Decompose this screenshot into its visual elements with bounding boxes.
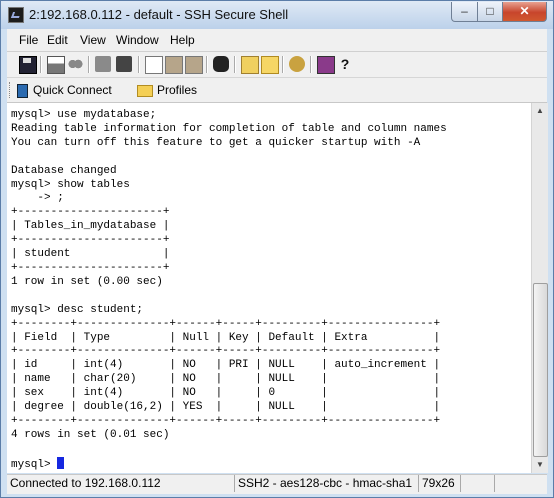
toolbar-separator <box>310 56 312 73</box>
toolbar-separator <box>234 56 236 73</box>
settings-icon[interactable] <box>289 56 305 72</box>
toolbar-separator <box>40 56 42 73</box>
scrollbar-thumb[interactable] <box>533 283 548 457</box>
profile-bar: Quick Connect Profiles <box>7 78 547 103</box>
toolbar-separator <box>282 56 284 73</box>
menu-edit[interactable]: Edit <box>47 33 68 47</box>
toolbar-separator <box>88 56 90 73</box>
terminal-area[interactable]: mysql> use mydatabase; Reading table inf… <box>7 103 531 473</box>
new-terminal-icon[interactable] <box>241 56 259 74</box>
book-icon[interactable] <box>317 56 335 74</box>
terminal-line: | id | int(4) | NO | PRI | NULL | auto_i… <box>11 359 441 372</box>
paste-special-icon[interactable] <box>185 56 203 74</box>
status-panel <box>494 475 546 492</box>
terminal-line: mysql> show tables <box>11 178 130 191</box>
binoculars-icon[interactable] <box>213 56 229 72</box>
close-button[interactable]: ✕ <box>502 2 547 22</box>
terminal-line: Database changed <box>11 164 117 177</box>
terminal-line: +----------------------+ <box>11 261 170 274</box>
terminal-line: Reading table information for completion… <box>11 122 447 135</box>
terminal-cursor <box>57 456 65 469</box>
toolbar-separator <box>206 56 208 73</box>
menu-help[interactable]: Help <box>170 33 195 47</box>
quick-connect-icon <box>17 84 28 98</box>
terminal-line: mysql> desc student; <box>11 303 144 316</box>
terminal-line: | Field | Type | Null | Key | Default | … <box>11 331 441 344</box>
terminal-line: | sex | int(4) | NO | | 0 | | <box>11 387 441 400</box>
terminal-line: | name | char(20) | NO | | NULL | | <box>11 373 441 386</box>
terminal-line: +--------+--------------+------+-----+--… <box>11 345 441 358</box>
profiles-button[interactable]: Profiles <box>157 83 197 97</box>
vertical-scrollbar[interactable]: ▲ ▼ <box>531 103 548 473</box>
scroll-up-arrow-icon[interactable]: ▲ <box>532 103 548 119</box>
toolbar: ? <box>7 52 547 78</box>
quick-connect-button[interactable]: Quick Connect <box>33 83 112 97</box>
terminal-prompt: mysql> <box>11 458 58 471</box>
terminal-size-status: 79x26 <box>418 475 460 492</box>
connection-status: Connected to 192.168.0.112 <box>10 476 161 490</box>
terminal-line: -> ; <box>11 192 64 205</box>
stamp-icon[interactable] <box>116 56 132 72</box>
minimize-button[interactable]: – <box>451 2 478 22</box>
terminal-line: 4 rows in set (0.01 sec) <box>11 428 170 441</box>
terminal-line: | degree | double(16,2) | YES | | NULL |… <box>11 401 441 414</box>
paste-icon[interactable] <box>165 56 183 74</box>
menu-file[interactable]: File <box>19 33 38 47</box>
toolbar-separator <box>138 56 140 73</box>
ssh-client-window: 2:192.168.0.112 - default - SSH Secure S… <box>0 0 554 498</box>
cipher-status: SSH2 - aes128-cbc - hmac-sha1 <box>234 475 418 492</box>
maximize-button[interactable]: □ <box>477 2 503 22</box>
terminal-line: | student | <box>11 248 170 261</box>
copy-icon[interactable] <box>145 56 163 74</box>
help-cursor-icon[interactable]: ? <box>337 56 353 72</box>
scroll-down-arrow-icon[interactable]: ▼ <box>532 457 548 473</box>
folder-icon <box>137 85 153 97</box>
print-icon[interactable] <box>47 56 65 74</box>
terminal-line: 1 row in set (0.00 sec) <box>11 275 163 288</box>
terminal-lines: mysql> use mydatabase; Reading table inf… <box>11 109 447 441</box>
terminal-line: You can turn off this feature to get a q… <box>11 136 421 149</box>
title-bar[interactable]: 2:192.168.0.112 - default - SSH Secure S… <box>1 1 553 29</box>
toolbar-grip[interactable] <box>9 82 13 98</box>
ftp-icon[interactable] <box>261 56 279 74</box>
status-bar: Connected to 192.168.0.112 SSH2 - aes128… <box>7 474 547 494</box>
status-panel <box>460 475 494 492</box>
terminal-output: mysql> use mydatabase; Reading table inf… <box>7 103 531 473</box>
save-icon[interactable] <box>19 56 37 74</box>
terminal-line: +----------------------+ <box>11 206 170 219</box>
terminal-line: mysql> use mydatabase; <box>11 109 157 121</box>
terminal-line: +--------+--------------+------+-----+--… <box>11 317 441 330</box>
find-icon[interactable] <box>67 56 83 72</box>
window-title: 2:192.168.0.112 - default - SSH Secure S… <box>29 7 289 22</box>
terminal-app-icon <box>8 7 24 23</box>
disconnect-icon[interactable] <box>95 56 111 72</box>
terminal-line: | Tables_in_mydatabase | <box>11 220 170 233</box>
terminal-line: +--------+--------------+------+-----+--… <box>11 414 441 427</box>
menu-view[interactable]: View <box>80 33 106 47</box>
terminal-line: +----------------------+ <box>11 234 170 247</box>
menu-bar: File Edit View Window Help <box>7 29 547 52</box>
menu-window[interactable]: Window <box>116 33 159 47</box>
